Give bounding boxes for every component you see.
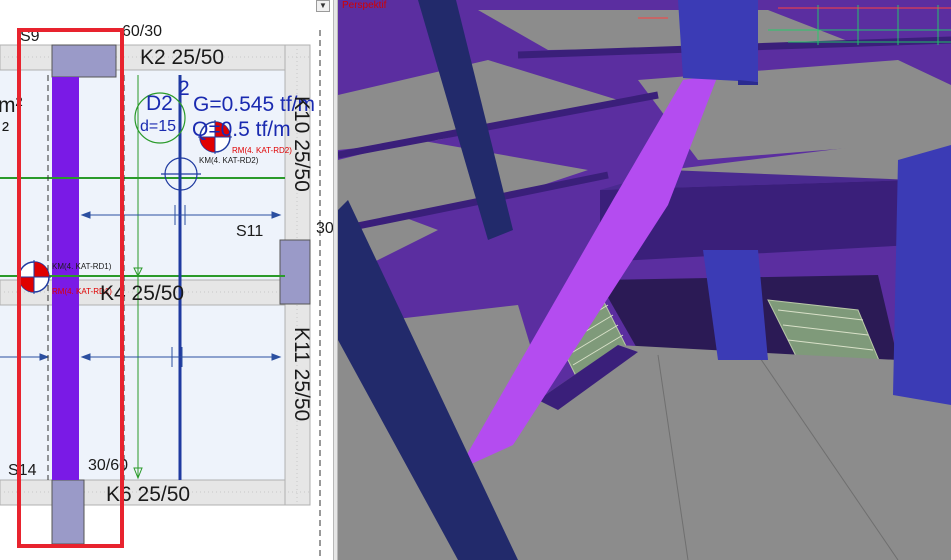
label-load-q: Q=0.5 tf/m <box>192 118 291 141</box>
label-k2: K2 25/50 <box>140 46 225 69</box>
label-rm-top: RM(4. KAT-RD2) <box>232 146 292 155</box>
label-s11: S11 <box>236 223 264 240</box>
column-s11 <box>279 239 311 305</box>
label-m2-second: ² <box>2 119 9 142</box>
label-dim-top: 60/30 <box>122 23 163 40</box>
label-d2: D2 <box>146 92 173 115</box>
column-right <box>893 145 951 405</box>
perspective-drawing <box>338 0 951 560</box>
label-k11: K11 25/50 <box>290 327 313 422</box>
selection-highlight-box <box>17 28 124 548</box>
plan-view[interactable]: S9 60/30 K2 25/50 m² ² D2 2 G=0.545 tf/m… <box>0 0 333 560</box>
column-top-center <box>678 0 758 82</box>
perspective-view[interactable]: Perspektif <box>338 0 951 560</box>
label-right-30: 30 <box>316 220 333 237</box>
slab-bottom-right <box>488 345 951 560</box>
label-k10: K10 25/50 <box>290 96 313 192</box>
menu-arrow-icon[interactable]: ▼ <box>316 0 330 12</box>
label-d-thickness: d=15 <box>140 118 177 135</box>
label-d2-index: 2 <box>178 77 190 100</box>
view-title: Perspektif <box>342 0 387 11</box>
label-km-top: KM(4. KAT-RD2) <box>199 156 259 165</box>
